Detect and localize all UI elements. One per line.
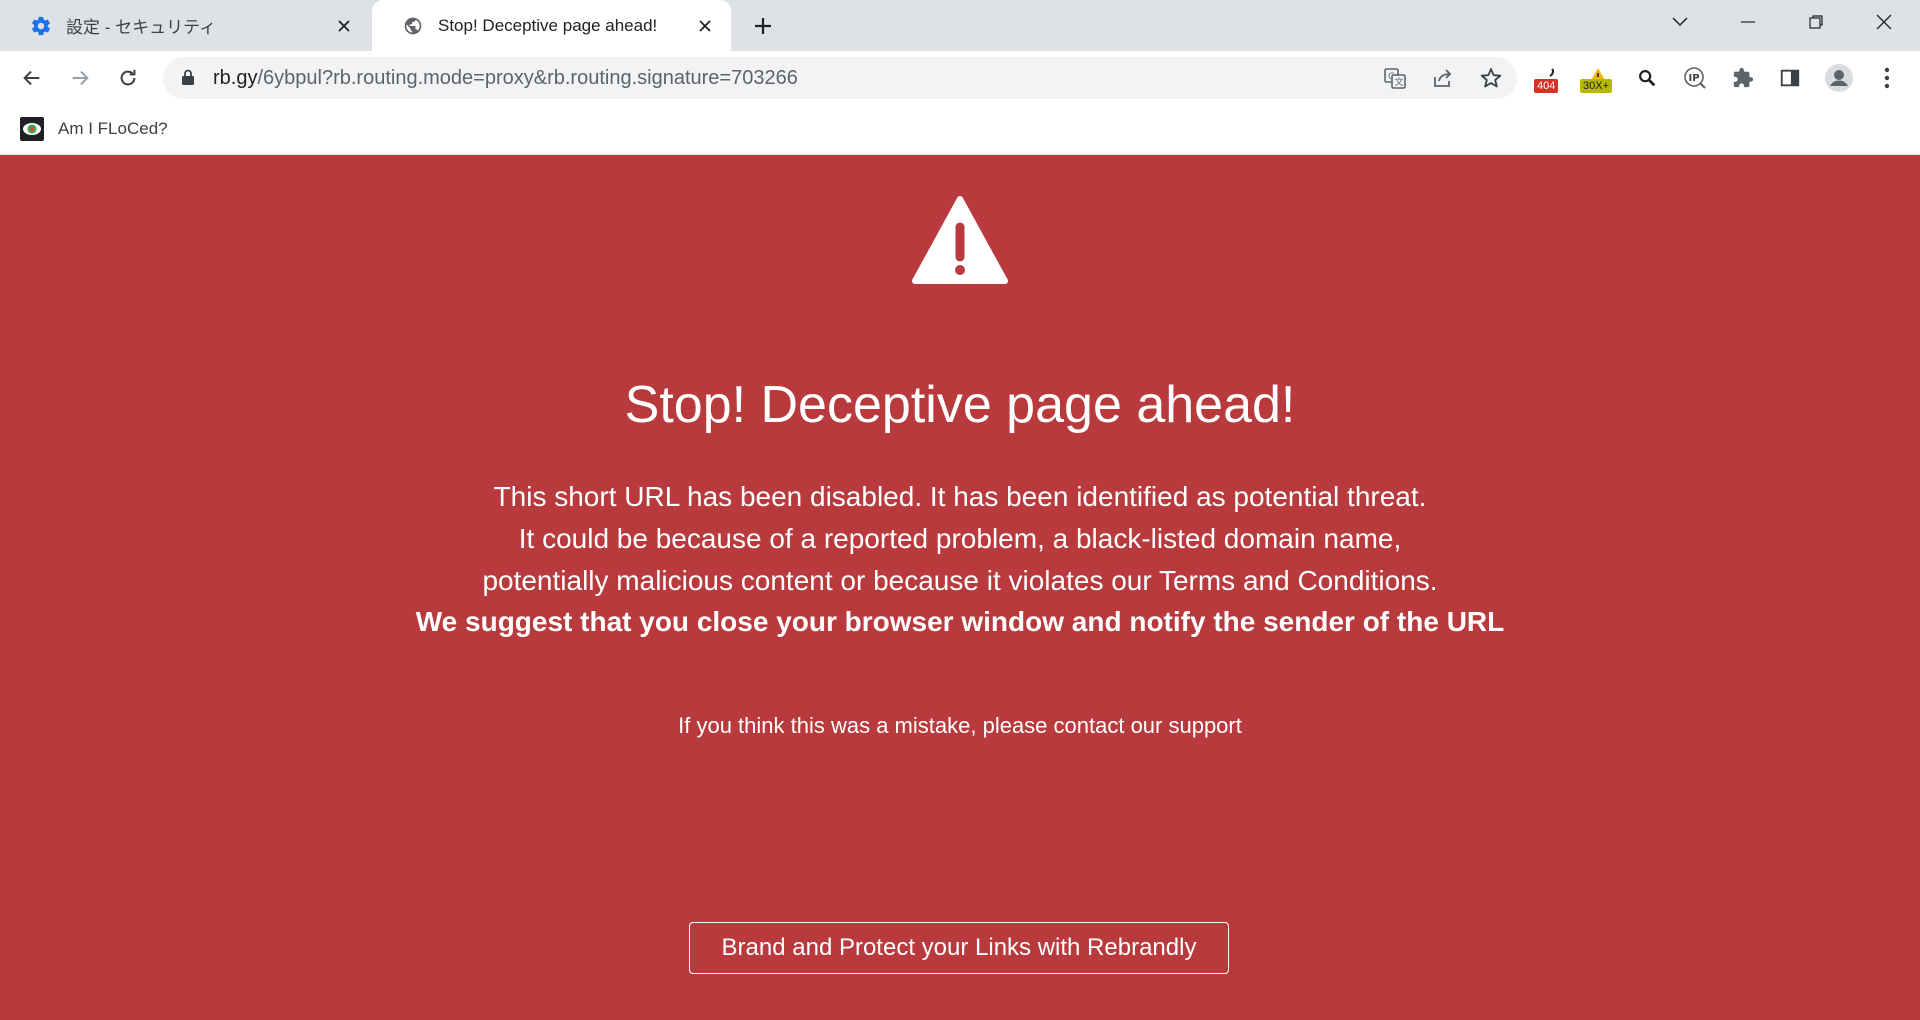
support-text[interactable]: If you think this was a mistake, please …: [0, 713, 1920, 739]
globe-icon: [402, 15, 424, 37]
message-line: It could be because of a reported proble…: [518, 523, 1402, 554]
close-icon[interactable]: [693, 14, 717, 38]
message-line: potentially malicious content or because…: [482, 565, 1438, 596]
lock-icon[interactable]: [181, 69, 195, 91]
warning-triangle-icon: [911, 195, 1009, 292]
badge-30x: 30X+: [1580, 79, 1612, 93]
bookmark-label: Am I FLoCed?: [58, 119, 168, 138]
minimize-icon[interactable]: [1714, 0, 1782, 44]
bookmark-star-icon[interactable]: [1477, 64, 1505, 92]
ip-label: IP: [1689, 73, 1700, 84]
message-line: This short URL has been disabled. It has…: [493, 481, 1427, 512]
broken-link-checker-icon[interactable]: 404: [1533, 61, 1567, 95]
svg-text:文: 文: [1395, 76, 1404, 88]
browser-toolbar: rb.gy/6ybpul?rb.routing.mode=proxy&rb.ro…: [0, 51, 1920, 105]
tab-title: 設定 - セキュリティ: [66, 18, 217, 37]
translate-icon[interactable]: G文: [1381, 64, 1409, 92]
warning-page: Stop! Deceptive page ahead! This short U…: [0, 155, 1920, 1020]
eye-icon: [20, 117, 44, 141]
ip-lookup-icon[interactable]: IP: [1678, 61, 1712, 95]
url-path: /6ybpul?rb.routing.mode=proxy&rb.routing…: [257, 67, 798, 89]
search-icon[interactable]: [1630, 61, 1664, 95]
forward-arrow-icon[interactable]: [63, 61, 97, 95]
url-host: rb.gy: [213, 67, 258, 89]
tab-strip: 設定 - セキュリティ Stop! Deceptive page ahead!: [0, 0, 1920, 51]
side-panel-icon[interactable]: [1773, 61, 1807, 95]
redirect-warning-icon[interactable]: 30X+: [1580, 61, 1615, 95]
address-bar[interactable]: rb.gy/6ybpul?rb.routing.mode=proxy&rb.ro…: [163, 57, 1517, 99]
url-text[interactable]: rb.gy/6ybpul?rb.routing.mode=proxy&rb.ro…: [213, 67, 798, 90]
tab-deceptive-page[interactable]: Stop! Deceptive page ahead!: [372, 0, 731, 51]
tab-title: Stop! Deceptive page ahead!: [438, 15, 658, 35]
profile-avatar-icon[interactable]: [1822, 61, 1856, 95]
bookmark-am-i-floced[interactable]: Am I FLoCed?: [20, 115, 168, 143]
page-heading: Stop! Deceptive page ahead!: [624, 376, 1296, 434]
restore-icon[interactable]: [1782, 0, 1850, 44]
tab-settings[interactable]: 設定 - セキュリティ: [0, 0, 370, 51]
gear-icon: [30, 15, 52, 37]
new-tab-button[interactable]: [749, 12, 777, 40]
menu-kebab-icon[interactable]: [1870, 61, 1904, 95]
close-icon[interactable]: [332, 14, 356, 38]
recommendation-text: We suggest that you close your browser w…: [415, 606, 1505, 637]
close-window-icon[interactable]: [1850, 0, 1918, 44]
rebrandly-cta-button[interactable]: Brand and Protect your Links with Rebran…: [689, 922, 1229, 974]
share-icon[interactable]: [1429, 64, 1457, 92]
bookmarks-bar: Am I FLoCed?: [0, 105, 1920, 155]
back-arrow-icon[interactable]: [15, 61, 49, 95]
reload-icon[interactable]: [111, 61, 145, 95]
tab-search-chevron-down-icon[interactable]: [1646, 0, 1714, 44]
extensions-puzzle-icon[interactable]: [1726, 61, 1760, 95]
badge-404: 404: [1534, 79, 1559, 93]
